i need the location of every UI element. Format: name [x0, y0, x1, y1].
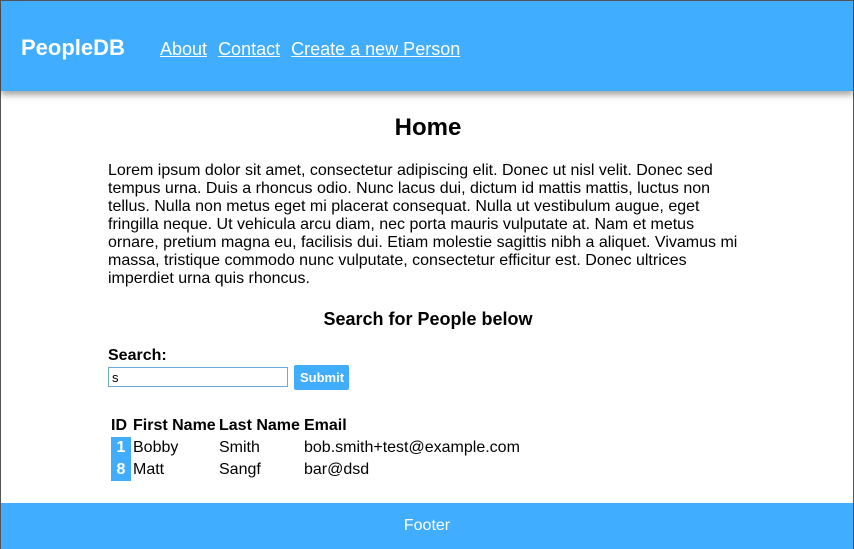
table-row: 1 Bobby Smith bob.smith+test@example.com	[111, 437, 520, 459]
intro-paragraph: Lorem ipsum dolor sit amet, consectetur …	[108, 162, 738, 287]
nav-link-contact[interactable]: Contact	[218, 39, 280, 59]
row-email: bar@dsd	[304, 461, 370, 478]
people-table: ID First Name Last Name Email 1 Bobby Sm…	[109, 415, 522, 481]
table-row: 8 Matt Sangf bar@dsd	[111, 459, 520, 481]
footer-bar: Footer	[1, 503, 853, 549]
search-input[interactable]	[108, 367, 288, 387]
main-nav: About Contact Create a new Person	[160, 39, 466, 59]
page-title: Home	[394, 114, 462, 141]
row-email: bob.smith+test@example.com	[304, 439, 520, 456]
submit-button[interactable]: Submit	[294, 365, 349, 390]
column-header-id: ID	[111, 417, 127, 434]
row-id-cell[interactable]: 1	[111, 437, 131, 459]
search-heading: Search for People below	[323, 309, 533, 329]
table-header-row: ID First Name Last Name Email	[111, 415, 520, 437]
brand-logo-text[interactable]: PeopleDB	[21, 35, 125, 61]
row-first-name: Matt	[133, 461, 165, 478]
row-last-name: Smith	[219, 439, 260, 456]
column-header-last-name: Last Name	[219, 417, 300, 434]
nav-link-about[interactable]: About	[160, 39, 207, 59]
footer-text: Footer	[403, 517, 451, 534]
column-header-email: Email	[304, 417, 347, 434]
search-label: Search:	[108, 347, 167, 364]
column-header-first-name: First Name	[133, 417, 216, 434]
row-first-name: Bobby	[133, 439, 179, 456]
header-bar: PeopleDB About Contact Create a new Pers…	[1, 1, 853, 91]
nav-link-create-person[interactable]: Create a new Person	[291, 39, 460, 59]
row-last-name: Sangf	[219, 461, 261, 478]
row-id-cell[interactable]: 8	[111, 459, 131, 481]
